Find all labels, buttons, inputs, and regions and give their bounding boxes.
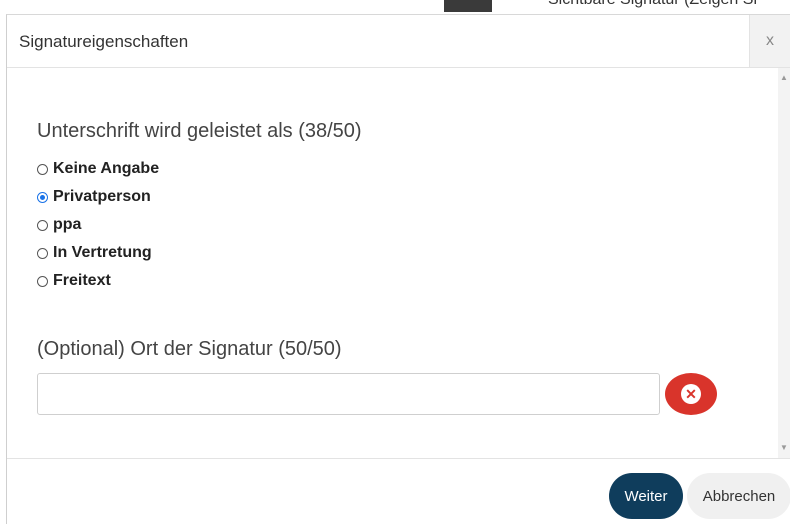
close-button[interactable]: x xyxy=(749,15,790,67)
signed-as-label: Unterschrift wird geleistet als (38/50) xyxy=(37,120,362,142)
radio-button[interactable] xyxy=(37,247,48,259)
vertical-scrollbar[interactable]: ▲ ▼ xyxy=(778,68,790,458)
dialog-footer: Weiter Abbrechen xyxy=(7,458,790,525)
background-page: Sichtbare Signatur (Zeigen Si xyxy=(0,0,790,14)
dialog-body: Unterschrift wird geleistet als (38/50) … xyxy=(7,68,790,458)
radio-option-keine-angabe[interactable]: Keine Angabe xyxy=(37,158,159,180)
cancel-button[interactable]: Abbrechen xyxy=(687,473,790,519)
radio-label: ppa xyxy=(53,216,82,233)
scroll-down-icon[interactable]: ▼ xyxy=(778,442,790,454)
radio-button[interactable] xyxy=(37,191,48,203)
radio-option-ppa[interactable]: ppa xyxy=(37,214,81,236)
radio-option-privatperson[interactable]: Privatperson xyxy=(37,186,151,208)
location-input[interactable] xyxy=(37,373,660,415)
background-tab xyxy=(444,0,492,12)
location-label: (Optional) Ort der Signatur (50/50) xyxy=(37,338,342,360)
dialog-title: Signatureigenschaften xyxy=(19,32,189,51)
radio-button[interactable] xyxy=(37,219,48,231)
radio-label: In Vertretung xyxy=(53,244,152,261)
radio-button[interactable] xyxy=(37,275,48,287)
radio-option-freitext[interactable]: Freitext xyxy=(37,270,111,292)
background-heading: Sichtbare Signatur (Zeigen Si xyxy=(548,0,757,9)
scroll-up-icon[interactable]: ▲ xyxy=(778,72,790,84)
radio-label: Keine Angabe xyxy=(53,160,160,177)
times-circle-icon: ✕ xyxy=(681,384,701,404)
next-button[interactable]: Weiter xyxy=(609,473,683,519)
radio-label: Freitext xyxy=(53,272,111,289)
clear-location-button[interactable]: ✕ xyxy=(665,373,717,415)
radio-label: Privatperson xyxy=(53,188,151,205)
radio-button[interactable] xyxy=(37,163,48,175)
radio-option-in-vertretung[interactable]: In Vertretung xyxy=(37,242,152,264)
dialog-header: Signatureigenschaften x xyxy=(7,15,790,68)
signature-properties-dialog: Signatureigenschaften x Unterschrift wir… xyxy=(6,14,790,524)
